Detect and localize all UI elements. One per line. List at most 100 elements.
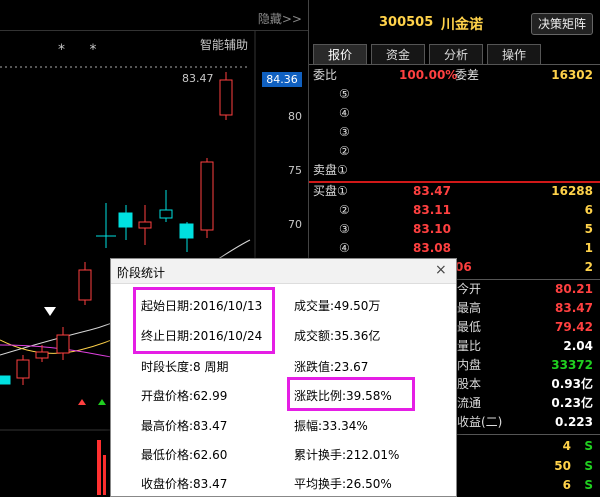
candle-up xyxy=(56,334,70,354)
amplitude: 振幅:33.34% xyxy=(294,419,368,433)
volume: 成交量:49.50万 xyxy=(294,299,381,313)
current-price-flag: 84.36 xyxy=(262,72,302,87)
candle-up xyxy=(16,359,30,379)
stock-name: 川金诺 xyxy=(441,17,483,33)
signal-up-icon xyxy=(98,399,106,405)
y-tick-label: 70 xyxy=(288,218,302,231)
stat-label: 流通 xyxy=(457,396,482,410)
close-price: 收盘价格:83.47 xyxy=(141,477,228,491)
stat-value: 0.93亿 xyxy=(551,377,593,391)
buy-price: 83.10 xyxy=(413,222,451,236)
close-icon[interactable]: × xyxy=(435,262,447,278)
high-price: 最高价格:83.47 xyxy=(141,419,228,433)
sell-level: ③ xyxy=(339,125,350,139)
candle-down xyxy=(118,212,133,228)
buy-level: ③ xyxy=(339,222,350,236)
sell-row: ③ xyxy=(309,122,599,142)
start-date: 起始日期:2016/10/13 xyxy=(141,299,263,313)
stat-value: 2.04 xyxy=(563,339,593,353)
period-length: 时段长度:8 周期 xyxy=(141,360,229,374)
buy-volume: 2 xyxy=(584,260,593,274)
trade-side: S xyxy=(584,439,593,453)
candle-up xyxy=(200,161,214,231)
stat-label: 股本 xyxy=(457,377,482,391)
buy-price: 83.11 xyxy=(413,203,451,217)
stat-label: 最低 xyxy=(457,320,482,334)
candle-down xyxy=(0,375,11,385)
tab-operate[interactable]: 操作 xyxy=(487,44,541,65)
buy-row: ② 83.11 6 xyxy=(309,200,599,220)
tab-quote[interactable]: 报价 xyxy=(313,44,367,65)
stat-value: 80.21 xyxy=(555,282,593,296)
sell-row: 卖盘① xyxy=(309,160,599,180)
volume-bars xyxy=(97,440,106,495)
sell-row: ② xyxy=(309,141,599,161)
candle-down xyxy=(179,223,194,239)
change-ratio: 涨跌比例:39.58% xyxy=(294,389,392,403)
trade-volume: 6 xyxy=(562,478,571,492)
stat-value: 0.223 xyxy=(555,415,593,429)
buy-price: 83.08 xyxy=(413,241,451,255)
committee-diff-label: 委差 xyxy=(455,68,480,82)
sell-level: ⑤ xyxy=(339,87,350,101)
open-price: 开盘价格:62.99 xyxy=(141,389,228,403)
sell1-label: 卖盘① xyxy=(313,163,348,177)
committee-diff-value: 16302 xyxy=(551,68,593,82)
buy-row: ③ 83.10 5 xyxy=(309,219,599,239)
dialog-title: 阶段统计 xyxy=(117,266,166,280)
candle-up xyxy=(138,221,152,229)
low-price: 最低价格:62.60 xyxy=(141,448,228,462)
sell-row: ⑤ xyxy=(309,84,599,104)
candle-up xyxy=(35,351,49,359)
cumulative-turnover: 累计换手:212.01% xyxy=(294,448,400,462)
stat-label: 收益(二) xyxy=(457,415,503,429)
committee-ratio-value: 100.00% xyxy=(399,68,458,82)
stat-label: 最高 xyxy=(457,301,482,315)
buy-row: 买盘① 83.47 16288 xyxy=(309,181,599,201)
peak-price-label: 83.47 xyxy=(182,72,214,85)
trade-side: S xyxy=(584,478,593,492)
buy-volume: 6 xyxy=(584,203,593,217)
sell-row: ④ xyxy=(309,103,599,123)
stat-value: 0.23亿 xyxy=(551,396,593,410)
stat-value: 33372 xyxy=(551,358,593,372)
trade-volume: 50 xyxy=(554,459,571,473)
buy-volume: 5 xyxy=(584,222,593,236)
trade-side: S xyxy=(584,459,593,473)
buy-level: ④ xyxy=(339,241,350,255)
buy-level: ② xyxy=(339,203,350,217)
tab-analysis[interactable]: 分析 xyxy=(429,44,483,65)
dialog-titlebar[interactable]: 阶段统计 × xyxy=(111,259,456,284)
y-tick-label: 80 xyxy=(288,110,302,123)
stock-code: 300505 xyxy=(379,15,434,30)
change-value: 涨跌值:23.67 xyxy=(294,360,369,374)
buy-price: 06 xyxy=(455,260,472,274)
stat-value: 83.47 xyxy=(555,301,593,315)
end-date: 终止日期:2016/10/24 xyxy=(141,329,263,343)
signal-up-icon xyxy=(78,399,86,405)
y-tick-label: 75 xyxy=(288,164,302,177)
stat-label: 内盘 xyxy=(457,358,482,372)
candle-up xyxy=(219,79,233,116)
stat-label: 量比 xyxy=(457,339,482,353)
buy-volume: 16288 xyxy=(551,184,593,198)
tab-funds[interactable]: 资金 xyxy=(371,44,425,65)
stat-label: 今开 xyxy=(457,282,482,296)
period-stats-dialog: 阶段统计 × 起始日期:2016/10/13 终止日期:2016/10/24 时… xyxy=(110,258,457,497)
decision-matrix-button[interactable]: 决策矩阵 xyxy=(531,13,593,35)
stat-value: 79.42 xyxy=(555,320,593,334)
buy-volume: 1 xyxy=(584,241,593,255)
sell-level: ④ xyxy=(339,106,350,120)
trade-volume: 4 xyxy=(562,439,571,453)
buy-price: 83.47 xyxy=(413,184,451,198)
committee-ratio-label: 委比 xyxy=(313,68,338,82)
marker-arrow xyxy=(44,307,56,316)
turnover: 成交额:35.36亿 xyxy=(294,329,381,343)
buy-row: ④ 83.08 1 xyxy=(309,238,599,258)
sell-level: ② xyxy=(339,144,350,158)
average-turnover: 平均换手:26.50% xyxy=(294,477,392,491)
candle-down xyxy=(159,209,173,219)
committee-row: 委比 100.00% 委差 16302 xyxy=(309,65,599,85)
candle-up xyxy=(78,269,92,301)
buy1-label: 买盘① xyxy=(313,184,348,198)
